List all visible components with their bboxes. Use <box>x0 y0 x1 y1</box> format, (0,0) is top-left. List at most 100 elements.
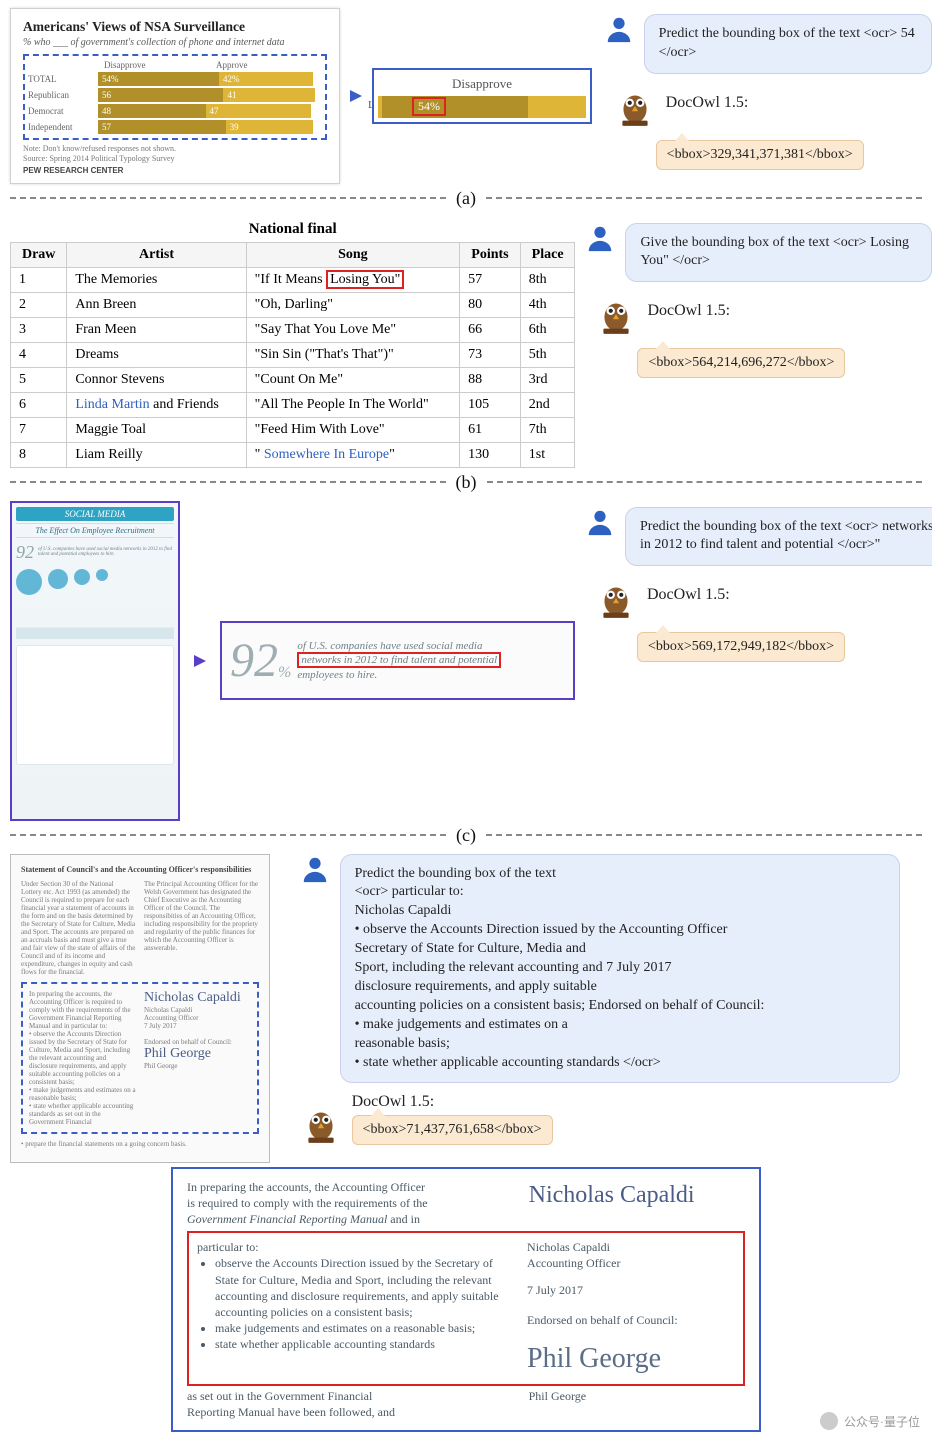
doc-thumb: Statement of Council's and the Accountin… <box>10 854 270 1163</box>
table-row: 3Fran Meen"Say That You Love Me"666th <box>11 317 575 342</box>
zoom-header: Disapprove <box>378 74 586 96</box>
panel-b: National final Draw Artist Song Points P… <box>0 209 932 472</box>
owl-output: <bbox>329,341,371,381</bbox> <box>656 140 864 170</box>
table-cell: Liam Reilly <box>67 442 246 467</box>
chart-source: Source: Spring 2014 Political Typology S… <box>23 154 327 163</box>
arrow-icon <box>350 90 362 102</box>
chart-subtitle: % who ___ of government's collection of … <box>23 37 327 48</box>
panel-a: Americans' Views of NSA Surveillance % w… <box>0 0 932 188</box>
user-icon <box>585 507 615 537</box>
table-cell: 105 <box>460 392 521 417</box>
table-cell: 3 <box>11 317 67 342</box>
table-cell: 5th <box>520 342 575 367</box>
infog-title: The Effect On Employee Recruitment <box>16 523 174 538</box>
zoom-bullet: observe the Accounts Direction issued by… <box>215 1255 509 1320</box>
user-prompt: Predict the bounding box of the text <oc… <box>340 854 900 1084</box>
owl-label: DocOwl 1.5: <box>647 302 730 336</box>
owl-block: DocOwl 1.5: <box>595 294 730 336</box>
table-row: 7Maggie Toal"Feed Him With Love"617th <box>11 417 575 442</box>
table-cell: "Feed Him With Love" <box>246 417 459 442</box>
table-cell: 7 <box>11 417 67 442</box>
chart-col-disapprove: Disapprove <box>98 60 210 70</box>
chart-row-label: Democrat <box>28 106 98 116</box>
th-song: Song <box>246 242 459 267</box>
chart-note: Note: Don't know/refused responses not s… <box>23 144 327 154</box>
table-cell: 73 <box>460 342 521 367</box>
table-cell: 6th <box>520 317 575 342</box>
table-row: 4Dreams"Sin Sin ("That's That")"735th <box>11 342 575 367</box>
panel-c: SOCIAL MEDIA The Effect On Employee Recr… <box>0 493 932 825</box>
user-icon <box>585 223 615 253</box>
table-cell: "Oh, Darling" <box>246 292 459 317</box>
zoom-bullet: state whether applicable accounting stan… <box>215 1336 509 1352</box>
owl-icon <box>595 294 637 336</box>
owl-output: <bbox>564,214,696,272</bbox> <box>637 348 845 378</box>
th-artist: Artist <box>67 242 246 267</box>
table-cell: 7th <box>520 417 575 442</box>
user-prompt: Predict the bounding box of the text <oc… <box>625 507 932 567</box>
doc-heading: Statement of Council's and the Accountin… <box>21 865 259 874</box>
chart-footer: PEW RESEARCH CENTER <box>23 166 327 175</box>
zoom-bullet: make judgements and estimates on a reaso… <box>215 1320 509 1336</box>
chart-body-dashed: Disapprove Approve TOTAL 54%42% Republic… <box>23 54 327 140</box>
owl-icon <box>300 1103 342 1145</box>
table-cell: 3rd <box>520 367 575 392</box>
user-icon <box>604 14 634 44</box>
table-cell: "If It Means Losing You" <box>246 267 459 292</box>
table-cell: "All The People In The World" <box>246 392 459 417</box>
table-cell: Dreams <box>67 342 246 367</box>
owl-icon <box>614 86 656 128</box>
table-row: 6Linda Martin and Friends"All The People… <box>11 392 575 417</box>
owl-label: DocOwl 1.5: <box>666 94 749 128</box>
th-place: Place <box>520 242 575 267</box>
wechat-icon <box>820 1412 838 1430</box>
national-final-table: Draw Artist Song Points Place 1The Memor… <box>10 242 575 468</box>
table-cell: 4th <box>520 292 575 317</box>
user-prompt-block: Predict the bounding box of the text <oc… <box>604 14 932 74</box>
zoom-value-red: 54% <box>412 97 446 116</box>
watermark: 公众号·量子位 <box>820 1412 920 1430</box>
table-cell: Fran Meen <box>67 317 246 342</box>
zoom-infographic: 92% of U.S. companies have used social m… <box>220 621 575 700</box>
infog-92-text: of U.S. companies have used social media… <box>38 547 174 558</box>
table-cell: 8 <box>11 442 67 467</box>
user-prompt-block: Predict the bounding box of the text <oc… <box>300 854 932 1084</box>
th-points: Points <box>460 242 521 267</box>
panel-d: Statement of Council's and the Accountin… <box>0 846 932 1436</box>
owl-block: DocOwl 1.5: <box>614 86 749 128</box>
table-cell: "Say That You Love Me" <box>246 317 459 342</box>
table-cell: 2nd <box>520 392 575 417</box>
divider-b: (b) <box>0 472 932 493</box>
chart-row-label: TOTAL <box>28 74 98 84</box>
chart-title: Americans' Views of NSA Surveillance <box>23 19 327 35</box>
sig2-script: Phil George <box>144 1046 211 1061</box>
table-cell: 61 <box>460 417 521 442</box>
table-cell: The Memories <box>67 267 246 292</box>
owl-label: DocOwl 1.5: <box>647 586 730 620</box>
table-row: 2Ann Breen"Oh, Darling"804th <box>11 292 575 317</box>
table-cell: 2 <box>11 292 67 317</box>
chart-row-label: Independent <box>28 122 98 132</box>
table-cell: "Sin Sin ("That's That")" <box>246 342 459 367</box>
table-cell: Linda Martin and Friends <box>67 392 246 417</box>
chart-col-approve: Approve <box>210 60 322 70</box>
sig1-script: Nicholas Capaldi <box>144 990 241 1005</box>
table-cell: 1st <box>520 442 575 467</box>
table-cell: 4 <box>11 342 67 367</box>
th-draw: Draw <box>11 242 67 267</box>
table-cell: 6 <box>11 392 67 417</box>
zoom-edge-label: L <box>368 96 378 118</box>
user-prompt-block: Predict the bounding box of the text <oc… <box>585 507 932 567</box>
chart-row-label: Republican <box>28 90 98 100</box>
owl-icon <box>595 578 637 620</box>
user-prompt-block: Give the bounding box of the text <ocr> … <box>585 223 932 283</box>
sig-george-script: Phil George <box>527 1340 753 1378</box>
infog-heading: SOCIAL MEDIA <box>16 507 174 521</box>
zoom-line1: of U.S. companies have used social media <box>297 640 482 652</box>
table-cell: Ann Breen <box>67 292 246 317</box>
table-title: National final <box>10 217 575 242</box>
owl-block: DocOwl 1.5: <box>595 578 730 620</box>
table-cell: 130 <box>460 442 521 467</box>
watermark-text: 公众号·量子位 <box>844 1413 920 1430</box>
table-row: 5Connor Stevens"Count On Me"883rd <box>11 367 575 392</box>
